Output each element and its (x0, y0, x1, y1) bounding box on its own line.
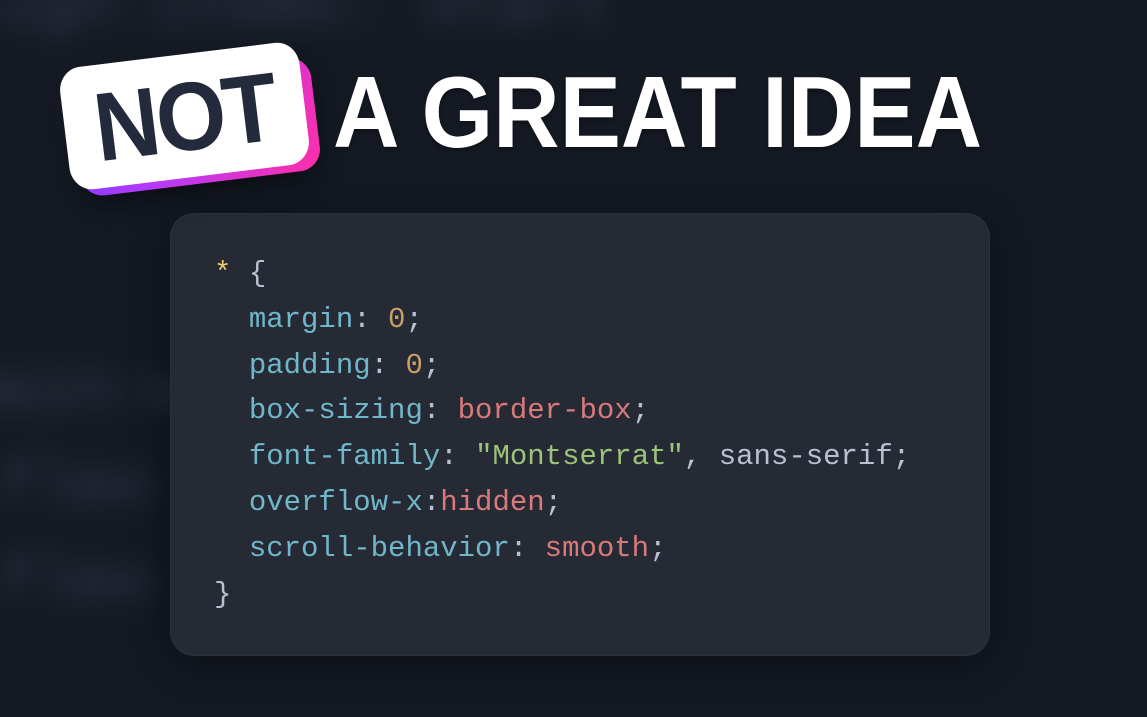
code-prop: box-sizing (249, 394, 423, 427)
brace-close: } (214, 578, 231, 611)
code-selector: * (214, 257, 231, 290)
code-value: 0 (388, 303, 405, 336)
headline: NOT A GREAT IDEA (64, 53, 982, 173)
code-snippet-card: * { margin: 0; padding: 0; box-sizing: b… (170, 213, 990, 656)
code-prop: padding (249, 349, 371, 382)
code-block: * { margin: 0; padding: 0; box-sizing: b… (214, 251, 946, 618)
code-prop: overflow-x (249, 486, 423, 519)
code-value: hidden (440, 486, 544, 519)
code-value: "Montserrat" (475, 440, 684, 473)
code-value: 0 (405, 349, 422, 382)
code-value: border-box (458, 394, 632, 427)
code-value: smooth (545, 532, 649, 565)
code-prop: scroll-behavior (249, 532, 510, 565)
headline-badge: NOT (58, 45, 311, 188)
code-prop: margin (249, 303, 353, 336)
code-prop: font-family (249, 440, 440, 473)
headline-rest: A GREAT IDEA (333, 62, 982, 163)
brace-open: { (249, 257, 266, 290)
